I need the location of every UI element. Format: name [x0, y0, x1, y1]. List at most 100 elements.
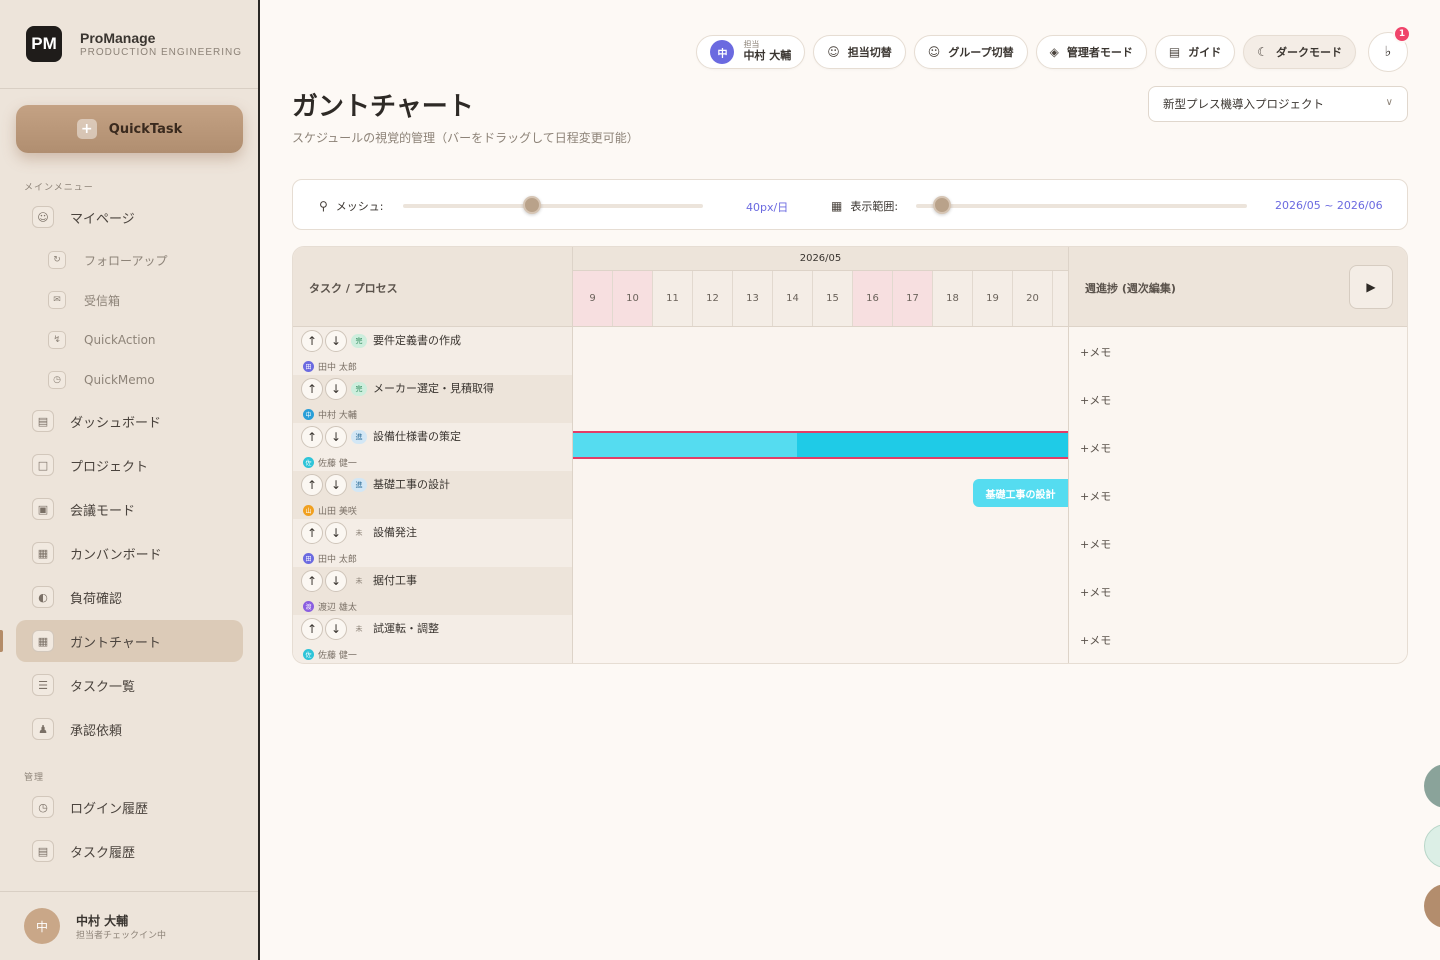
task-name[interactable]: 要件定義書の作成	[373, 332, 461, 348]
list-icon: ☰	[32, 674, 54, 696]
sidebar-item-dashboard[interactable]: ▤ ダッシュボード	[16, 400, 243, 442]
move-down-button[interactable]: ↓	[325, 570, 347, 592]
folder-icon: □	[32, 454, 54, 476]
task-row: ↑ ↓ 完メーカー選定・見積取得中中村 大輔 +メモ	[293, 375, 1407, 423]
task-name[interactable]: 設備発注	[373, 524, 417, 540]
sidebar-item-meeting[interactable]: ▣ 会議モード	[16, 488, 243, 530]
progress-header-label: 週進捗 (週次編集)	[1085, 282, 1176, 295]
project-select[interactable]: 新型プレス機導入プロジェクト ∨	[1148, 86, 1408, 122]
task-row: ↑ ↓ 完要件定義書の作成田田中 太郎 +メモ	[293, 327, 1407, 375]
move-up-button[interactable]: ↑	[301, 330, 323, 352]
floating-action-button[interactable]	[1424, 824, 1440, 868]
switch-assignee-button[interactable]: ☺ 担当切替	[813, 35, 906, 69]
sidebar-item-quickmemo[interactable]: ◷ QuickMemo	[48, 362, 155, 398]
move-up-button[interactable]: ↑	[301, 618, 323, 640]
notification-button[interactable]: ♭ 1	[1368, 25, 1411, 72]
mesh-label: メッシュ:	[335, 200, 384, 213]
button-label: 担当切替	[847, 46, 892, 59]
gantt-bar[interactable]	[573, 431, 1068, 459]
sidebar-item-task-history[interactable]: ▤ タスク履歴	[16, 830, 243, 872]
admin-mode-button[interactable]: ◈ 管理者モード	[1035, 35, 1147, 69]
owner-name: 渡辺 雄太	[318, 603, 357, 613]
document-icon: ▤	[32, 840, 54, 862]
memo-cell: +メモ	[1068, 423, 1407, 471]
sidebar-item-project[interactable]: □ プロジェクト	[16, 444, 243, 486]
add-memo-button[interactable]: +メモ	[1080, 634, 1111, 647]
add-memo-button[interactable]: +メモ	[1080, 538, 1111, 551]
owner-name: 山田 美咲	[318, 507, 357, 517]
task-name[interactable]: メーカー選定・見積取得	[373, 380, 494, 396]
avatar: 中	[303, 409, 314, 420]
arrow-up-icon: ↑	[306, 334, 318, 348]
floating-action-button[interactable]	[1424, 884, 1440, 928]
move-down-button[interactable]: ↓	[325, 618, 347, 640]
move-down-button[interactable]: ↓	[325, 378, 347, 400]
sidebar-item-label: QuickAction	[84, 333, 156, 347]
month-header: 2026/05	[573, 247, 1068, 271]
task-owner: 田田中 太郎	[303, 552, 357, 565]
timeline-cell: 基礎工事の設計	[573, 471, 1068, 519]
guide-button[interactable]: ▤ ガイド	[1154, 35, 1236, 69]
task-name[interactable]: 設備仕様書の策定	[373, 428, 461, 444]
sidebar-item-quickaction[interactable]: ↯ QuickAction	[48, 322, 156, 358]
arrow-down-icon: ↓	[330, 622, 342, 636]
add-memo-button[interactable]: +メモ	[1080, 490, 1111, 503]
button-label: ダークモード	[1276, 46, 1342, 59]
task-owner: 山山田 美咲	[303, 504, 357, 517]
sidebar-item-login-history[interactable]: ◷ ログイン履歴	[16, 786, 243, 828]
move-down-button[interactable]: ↓	[325, 522, 347, 544]
arrow-up-icon: ↑	[306, 382, 318, 396]
task-name[interactable]: 試運転・調整	[373, 620, 439, 636]
play-button[interactable]: ▶	[1349, 265, 1393, 309]
move-up-button[interactable]: ↑	[301, 570, 323, 592]
move-up-button[interactable]: ↑	[301, 426, 323, 448]
dark-mode-button[interactable]: ☾ ダークモード	[1243, 35, 1356, 69]
move-up-button[interactable]: ↑	[301, 522, 323, 544]
play-icon: ▶	[1366, 280, 1376, 294]
quicktask-button[interactable]: + QuickTask	[16, 105, 243, 153]
timeline-cell	[573, 615, 1068, 663]
sidebar-item-tasklist[interactable]: ☰ タスク一覧	[16, 664, 243, 706]
sidebar-item-label: タスク一覧	[70, 679, 136, 695]
mesh-slider-thumb[interactable]	[523, 196, 541, 214]
gauge-icon: ◐	[32, 586, 54, 608]
floating-action-button[interactable]	[1424, 764, 1440, 808]
mesh-value: 40px/日	[746, 201, 789, 214]
task-name[interactable]: 据付工事	[373, 572, 417, 588]
mesh-slider[interactable]	[403, 204, 703, 208]
sidebar-item-label: タスク履歴	[70, 845, 136, 861]
move-up-button[interactable]: ↑	[301, 474, 323, 496]
add-memo-button[interactable]: +メモ	[1080, 394, 1111, 407]
sidebar-item-kanban[interactable]: ▦ カンバンボード	[16, 532, 243, 574]
user-name: 中村 大輔	[76, 914, 129, 928]
day-cell: 10	[613, 271, 653, 326]
range-slider-thumb[interactable]	[933, 196, 952, 214]
range-slider[interactable]	[916, 204, 1247, 208]
sidebar-item-gantt[interactable]: ▦ ガントチャート	[16, 620, 243, 662]
task-name[interactable]: 基礎工事の設計	[373, 476, 450, 492]
followup-icon: ↻	[48, 251, 66, 269]
move-up-button[interactable]: ↑	[301, 378, 323, 400]
add-memo-button[interactable]: +メモ	[1080, 442, 1111, 455]
sidebar-item-followup[interactable]: ↻ フォローアップ	[48, 242, 168, 278]
brand[interactable]: PM ProManage PRODUCTION ENGINEERING	[26, 26, 242, 62]
sidebar-item-inbox[interactable]: ✉ 受信箱	[48, 282, 120, 318]
sidebar-item-mypage[interactable]: ☺ マイページ	[16, 196, 243, 238]
move-down-button[interactable]: ↓	[325, 426, 347, 448]
add-memo-button[interactable]: +メモ	[1080, 346, 1111, 359]
add-memo-button[interactable]: +メモ	[1080, 586, 1111, 599]
timeline-cell	[573, 423, 1068, 471]
move-down-button[interactable]: ↓	[325, 330, 347, 352]
sidebar-item-label: 負荷確認	[70, 591, 123, 607]
current-user[interactable]: 中 中村 大輔 担当者チェックイン中	[0, 891, 258, 960]
move-down-button[interactable]: ↓	[325, 474, 347, 496]
user-status: 担当者チェックイン中	[76, 931, 167, 941]
sidebar-item-load[interactable]: ◐ 負荷確認	[16, 576, 243, 618]
assignee-pill[interactable]: 中 担当 中村 大輔	[696, 35, 806, 69]
gantt-bar[interactable]: 基礎工事の設計	[973, 479, 1068, 507]
switch-group-button[interactable]: ☺ グループ切替	[913, 35, 1028, 69]
sidebar-item-approval[interactable]: ♟ 承認依頼	[16, 708, 243, 750]
avatar: 佐	[303, 649, 314, 660]
clock-icon: ◷	[32, 796, 54, 818]
day-cell: 9	[573, 271, 613, 326]
